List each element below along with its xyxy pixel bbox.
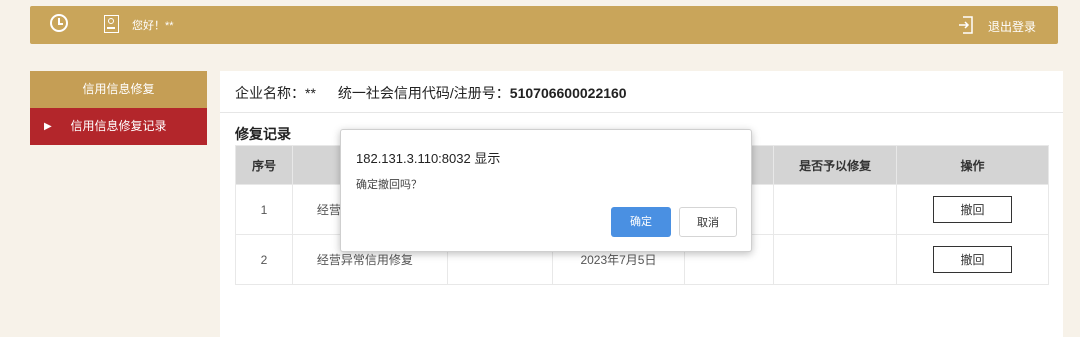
- sidebar-item-credit-repair[interactable]: 信用信息修复: [30, 71, 207, 108]
- sidebar: 信用信息修复 ▶ 信用信息修复记录: [30, 71, 207, 145]
- table-cell: 撤回: [896, 234, 1049, 285]
- column-header: 操作: [896, 145, 1049, 185]
- dialog-message: 确定撤回吗？: [356, 179, 422, 191]
- row-index: 1: [235, 184, 293, 235]
- table-cell: [773, 234, 898, 285]
- user-icon: [104, 15, 119, 33]
- withdraw-button[interactable]: 撤回: [933, 196, 1013, 223]
- confirm-dialog: 182.131.3.110:8032 显示 确定撤回吗？ 确定 取消: [340, 129, 752, 252]
- credit-code-value: 510706600022160: [509, 85, 627, 101]
- confirm-button[interactable]: 确定: [611, 207, 671, 237]
- clock-icon: [50, 14, 68, 32]
- dialog-title: 182.131.3.110:8032 显示: [356, 151, 501, 166]
- greeting-text: 您好！**: [132, 20, 174, 32]
- divider: [220, 112, 1063, 113]
- logout-link[interactable]: 退出登录: [988, 18, 1036, 35]
- row-index: 2: [235, 234, 293, 285]
- section-title: 修复记录: [235, 126, 291, 142]
- table-cell: 撤回: [896, 184, 1049, 235]
- play-arrow-icon: ▶: [44, 121, 52, 132]
- sidebar-item-repair-records[interactable]: ▶ 信用信息修复记录: [30, 108, 207, 145]
- cancel-button[interactable]: 取消: [679, 207, 737, 237]
- column-header: 序号: [235, 145, 293, 185]
- table-cell: [773, 184, 898, 235]
- sidebar-item-label: 信用信息修复记录: [70, 119, 167, 133]
- credit-code-label: 统一社会信用代码/注册号：: [337, 85, 510, 101]
- withdraw-button[interactable]: 撤回: [933, 246, 1013, 273]
- company-name: 企业名称：**: [235, 85, 316, 101]
- sidebar-item-label: 信用信息修复: [82, 82, 155, 96]
- logout-icon[interactable]: [958, 16, 974, 34]
- top-bar: 您好！** 退出登录: [30, 6, 1058, 44]
- company-info: 企业名称：** 统一社会信用代码/注册号：510706600022160: [235, 83, 627, 103]
- column-header: 是否予以修复: [773, 145, 898, 185]
